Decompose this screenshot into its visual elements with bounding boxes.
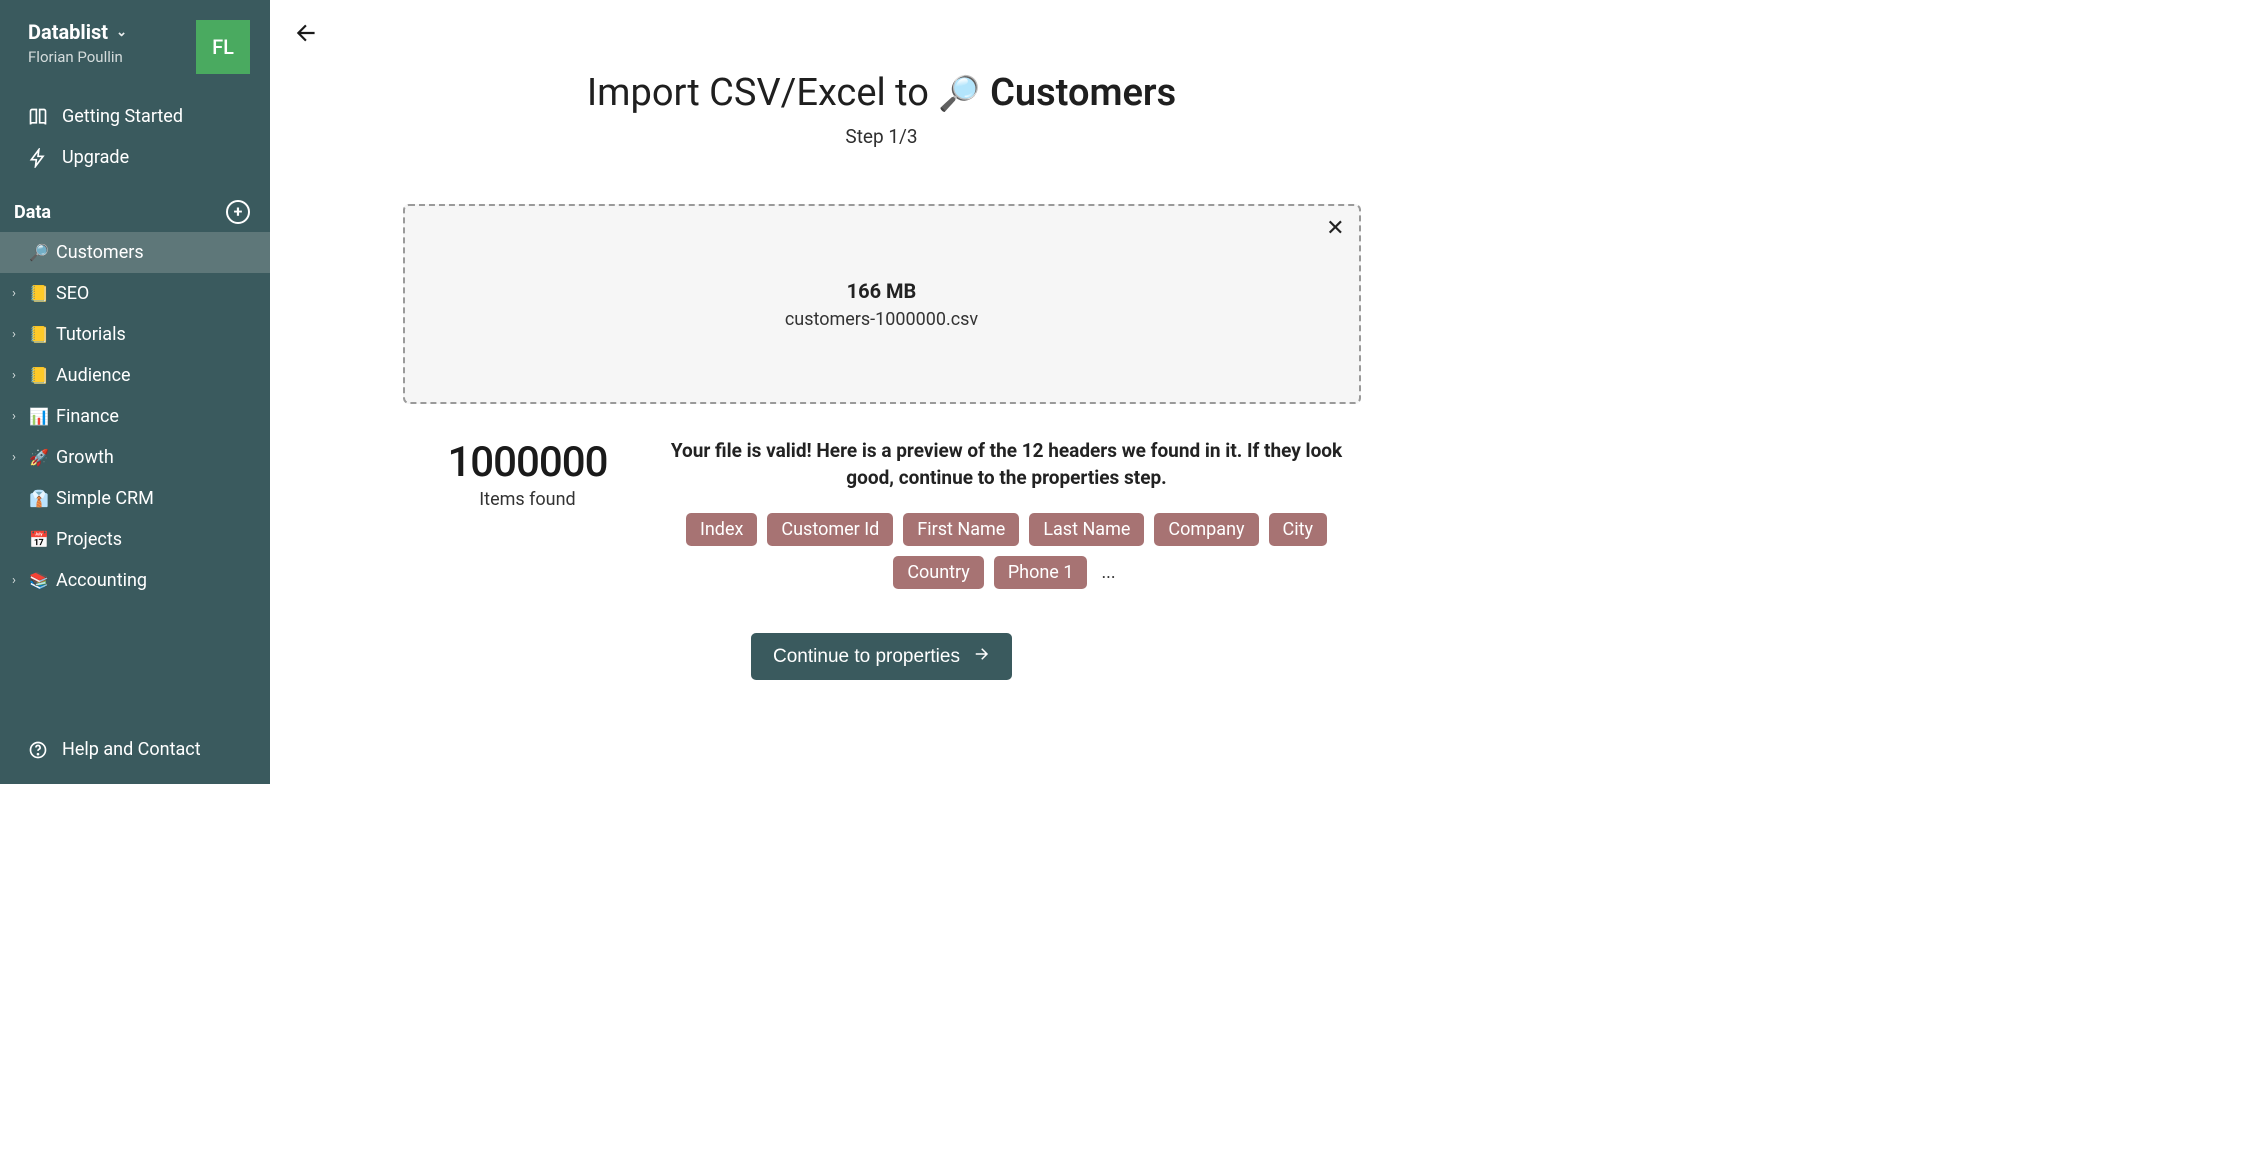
header-pill: City <box>1269 513 1328 546</box>
item-emoji-icon: 📒 <box>28 284 50 303</box>
data-list: 🔎 Customers › 📒 SEO › 📒 Tutorials › 📒 Audience › 📊 Fi… <box>0 232 270 601</box>
header-pill: Phone 1 <box>994 556 1088 589</box>
title-collection-name: Customers <box>990 71 1176 115</box>
headers-preview: Index Customer Id First Name Last Name Compa… <box>653 513 1361 589</box>
sidebar-item-simple-crm[interactable]: 👔 Simple CRM <box>0 478 270 519</box>
add-data-button[interactable]: + <box>226 200 250 224</box>
data-section-header: Data + <box>0 178 270 232</box>
sidebar-item-label: Customers <box>56 242 144 263</box>
nav-getting-started[interactable]: Getting Started <box>0 96 270 137</box>
item-emoji-icon: 👔 <box>28 489 50 508</box>
sidebar-item-customers[interactable]: 🔎 Customers <box>0 232 270 273</box>
sidebar-item-label: Audience <box>56 365 131 386</box>
sidebar-item-label: Accounting <box>56 570 147 591</box>
nav-upgrade[interactable]: Upgrade <box>0 137 270 178</box>
header-pill: Index <box>686 513 757 546</box>
help-icon <box>28 740 48 760</box>
chevron-right-icon: › <box>6 368 22 383</box>
sidebar-item-label: Simple CRM <box>56 488 154 509</box>
workspace-name: Datablist <box>28 20 108 44</box>
file-dropzone[interactable]: ✕ 166 MB customers-1000000.csv <box>403 204 1361 404</box>
page-title: Import CSV/Excel to 🔎 Customers <box>290 71 1473 115</box>
items-count-block: 1000000 Items found <box>403 438 653 510</box>
file-name: customers-1000000.csv <box>785 309 978 330</box>
valid-message: Your file is valid! Here is a preview of… <box>653 438 1361 491</box>
sidebar-item-label: Growth <box>56 447 114 468</box>
nav-label: Getting Started <box>62 106 183 127</box>
sidebar: Datablist ⌄ Florian Poullin FL Getting S… <box>0 0 270 784</box>
workspace-user: Florian Poullin <box>28 48 127 66</box>
step-indicator: Step 1/3 <box>290 125 1473 148</box>
main-content: Import CSV/Excel to 🔎 Customers Step 1/3… <box>270 0 1533 784</box>
title-prefix: Import CSV/Excel to <box>587 71 938 115</box>
sidebar-item-label: Tutorials <box>56 324 126 345</box>
nav-help[interactable]: Help and Contact <box>0 729 270 770</box>
continue-label: Continue to properties <box>773 646 960 668</box>
sidebar-header: Datablist ⌄ Florian Poullin FL <box>0 0 270 84</box>
magnifier-icon: 🔎 <box>938 74 980 114</box>
items-count-label: Items found <box>403 489 653 510</box>
sidebar-item-finance[interactable]: › 📊 Finance <box>0 396 270 437</box>
chevron-right-icon: › <box>6 286 22 301</box>
avatar[interactable]: FL <box>196 20 250 74</box>
header-pill: Company <box>1154 513 1258 546</box>
item-emoji-icon: 📒 <box>28 325 50 344</box>
item-emoji-icon: 🚀 <box>28 448 50 467</box>
item-emoji-icon: 📚 <box>28 571 50 590</box>
headers-more: ... <box>1097 562 1119 583</box>
items-count: 1000000 <box>403 438 653 487</box>
file-size: 166 MB <box>847 279 917 303</box>
chevron-right-icon: › <box>6 573 22 588</box>
item-emoji-icon: 📊 <box>28 407 50 426</box>
sidebar-item-tutorials[interactable]: › 📒 Tutorials <box>0 314 270 355</box>
sidebar-item-label: SEO <box>56 283 89 304</box>
nav-label: Help and Contact <box>62 739 201 760</box>
chevron-down-icon: ⌄ <box>116 25 127 40</box>
header-pill: First Name <box>903 513 1019 546</box>
section-title: Data <box>14 202 51 223</box>
close-icon[interactable]: ✕ <box>1326 216 1344 241</box>
item-emoji-icon: 📅 <box>28 530 50 549</box>
back-button[interactable] <box>294 20 320 53</box>
chevron-right-icon: › <box>6 409 22 424</box>
sidebar-item-accounting[interactable]: › 📚 Accounting <box>0 560 270 601</box>
header-pill: Last Name <box>1029 513 1144 546</box>
item-emoji-icon: 📒 <box>28 366 50 385</box>
sidebar-item-label: Finance <box>56 406 119 427</box>
sidebar-item-audience[interactable]: › 📒 Audience <box>0 355 270 396</box>
nav-label: Upgrade <box>62 147 129 168</box>
sidebar-item-label: Projects <box>56 529 122 550</box>
sidebar-item-projects[interactable]: 📅 Projects <box>0 519 270 560</box>
lightning-icon <box>28 148 48 168</box>
sidebar-item-seo[interactable]: › 📒 SEO <box>0 273 270 314</box>
header-pill: Country <box>893 556 984 589</box>
header-pill: Customer Id <box>767 513 893 546</box>
chevron-right-icon: › <box>6 327 22 342</box>
continue-button[interactable]: Continue to properties <box>751 633 1012 680</box>
workspace-switcher[interactable]: Datablist ⌄ Florian Poullin <box>28 20 127 66</box>
sidebar-item-growth[interactable]: › 🚀 Growth <box>0 437 270 478</box>
item-emoji-icon: 🔎 <box>28 243 50 262</box>
arrow-right-icon <box>972 645 990 668</box>
book-icon <box>28 107 48 127</box>
chevron-right-icon: › <box>6 450 22 465</box>
